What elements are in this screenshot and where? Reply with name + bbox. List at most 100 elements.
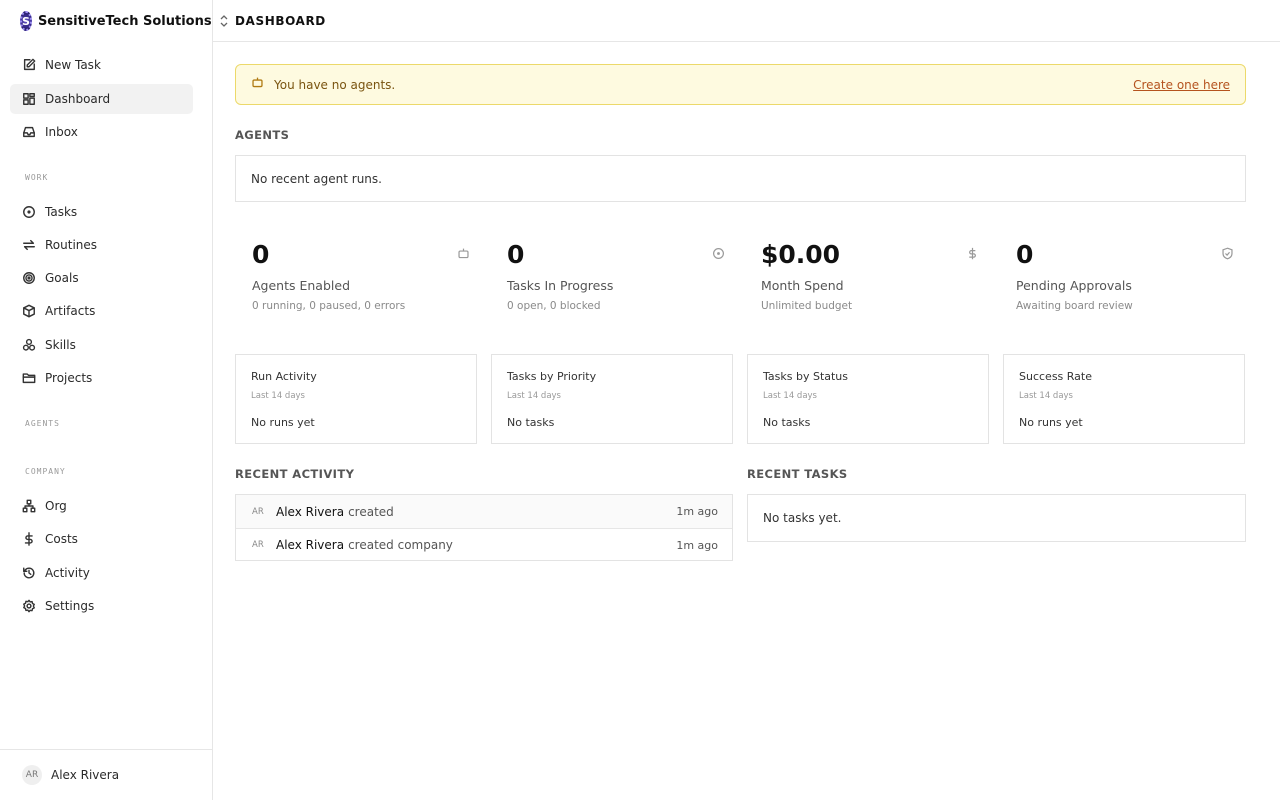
card-sub: Last 14 days <box>251 391 305 401</box>
nav-inbox[interactable]: Inbox <box>10 117 193 147</box>
nav-label: Tasks <box>45 205 78 219</box>
metric-label: Agents Enabled <box>252 278 350 293</box>
activity-verb: created company <box>348 538 453 552</box>
nav-projects[interactable]: Projects <box>10 363 193 393</box>
recent-activity-list: AR Alex Rivera created 1m ago AR Alex Ri… <box>235 494 733 561</box>
box-icon <box>22 304 36 318</box>
history-icon <box>22 566 36 580</box>
bot-icon <box>457 247 470 260</box>
activity-row[interactable]: AR Alex Rivera created 1m ago <box>236 495 732 528</box>
metric-label: Tasks In Progress <box>507 278 614 293</box>
workspace-switcher[interactable]: S SensitiveTech Solutions <box>20 10 228 32</box>
nav-tasks[interactable]: Tasks <box>10 197 193 227</box>
card-sub: Last 14 days <box>507 391 561 401</box>
nav-goals[interactable]: Goals <box>10 263 193 293</box>
bot-icon <box>251 76 264 93</box>
top-bar: DASHBOARD <box>213 0 1280 42</box>
card-tasks-by-priority: Tasks by Priority Last 14 days No tasks <box>491 354 733 444</box>
avatar: AR <box>22 765 42 785</box>
activity-verb: created <box>348 504 394 519</box>
card-title: Run Activity <box>251 370 317 383</box>
metric-value: 0 <box>252 240 270 269</box>
card-success-rate: Success Rate Last 14 days No runs yet <box>1003 354 1245 444</box>
user-name: Alex Rivera <box>51 768 120 782</box>
nav-label: New Task <box>45 58 101 72</box>
card-empty: No runs yet <box>1019 416 1083 429</box>
metric-value: $0.00 <box>761 240 841 269</box>
nav-label: Projects <box>45 371 93 385</box>
create-agent-link[interactable]: Create one here <box>1133 78 1230 92</box>
avatar: AR <box>252 540 264 550</box>
card-sub: Last 14 days <box>763 391 817 401</box>
dollar-icon <box>966 247 979 260</box>
card-tasks-by-status: Tasks by Status Last 14 days No tasks <box>747 354 989 444</box>
section-label-work: WORK <box>25 173 49 182</box>
nav-label: Skills <box>45 338 76 352</box>
nav-settings[interactable]: Settings <box>10 591 193 621</box>
no-agents-alert: You have no agents. Create one here <box>235 64 1246 105</box>
target-icon <box>22 271 36 285</box>
nav-costs[interactable]: Costs <box>10 524 193 554</box>
nav-label: Activity <box>45 566 90 580</box>
activity-time: 1m ago <box>676 538 718 552</box>
card-empty: No tasks <box>507 416 555 429</box>
nav-label: Org <box>45 499 67 513</box>
folder-icon <box>22 371 36 385</box>
metric-pending-approvals[interactable]: 0 Pending Approvals Awaiting board revie… <box>1016 240 1234 320</box>
nav-artifacts[interactable]: Artifacts <box>10 296 193 326</box>
metric-sub: 0 running, 0 paused, 0 errors <box>252 300 406 312</box>
recent-tasks-panel: No tasks yet. <box>747 494 1246 542</box>
nav-label: Settings <box>45 599 95 613</box>
nav-activity[interactable]: Activity <box>10 558 193 588</box>
card-run-activity: Run Activity Last 14 days No runs yet <box>235 354 477 444</box>
nav-label: Goals <box>45 271 79 285</box>
metric-sub: Unlimited budget <box>761 300 853 312</box>
inbox-icon <box>22 125 36 139</box>
nav-dashboard[interactable]: Dashboard <box>10 84 193 114</box>
metric-sub: 0 open, 0 blocked <box>507 300 601 312</box>
agents-empty-text: No recent agent runs. <box>251 171 382 186</box>
activity-row[interactable]: AR Alex Rivera created company 1m ago <box>236 528 732 561</box>
recent-tasks-empty-text: No tasks yet. <box>763 511 842 525</box>
metric-tasks-in-progress[interactable]: 0 Tasks In Progress 0 open, 0 blocked <box>507 240 725 320</box>
circle-dot-icon <box>22 205 36 219</box>
sidebar: S SensitiveTech Solutions New Task Dashb… <box>0 0 228 800</box>
repeat-icon <box>22 238 36 252</box>
nav-label: Inbox <box>45 125 78 139</box>
metric-label: Pending Approvals <box>1016 278 1132 293</box>
org-chart-icon <box>22 499 36 513</box>
card-title: Tasks by Status <box>763 370 849 383</box>
workspace-name: SensitiveTech Solutions <box>37 13 212 29</box>
activity-time: 1m ago <box>676 505 718 518</box>
page-title: DASHBOARD <box>235 14 326 28</box>
metric-value: 0 <box>507 240 525 269</box>
grid-icon <box>22 92 36 106</box>
metric-agents-enabled[interactable]: 0 Agents Enabled 0 running, 0 paused, 0 … <box>252 240 470 320</box>
activity-actor: Alex Rivera <box>276 538 345 552</box>
card-sub: Last 14 days <box>1019 391 1073 401</box>
alert-text: You have no agents. <box>274 77 396 92</box>
nav-routines[interactable]: Routines <box>10 230 193 260</box>
nav-label: Artifacts <box>45 304 96 318</box>
gear-icon <box>22 599 36 613</box>
metric-sub: Awaiting board review <box>1016 300 1133 312</box>
metric-value: 0 <box>1016 240 1034 269</box>
card-empty: No runs yet <box>251 416 315 429</box>
nav-skills[interactable]: Skills <box>10 330 193 360</box>
user-menu[interactable]: AR Alex Rivera <box>0 749 212 800</box>
dollar-icon <box>22 532 36 546</box>
nav-label: Routines <box>45 238 98 252</box>
card-title: Tasks by Priority <box>507 370 597 383</box>
metric-label: Month Spend <box>761 278 844 293</box>
nav-org[interactable]: Org <box>10 491 193 521</box>
shapes-icon <box>22 338 36 352</box>
activity-actor: Alex Rivera <box>276 504 345 519</box>
circle-dot-icon <box>712 247 725 260</box>
metric-month-spend[interactable]: $0.00 Month Spend Unlimited budget <box>761 240 979 320</box>
agents-heading: AGENTS <box>235 128 290 142</box>
agents-panel: No recent agent runs. <box>235 155 1246 202</box>
nav-new-task[interactable]: New Task <box>10 50 193 80</box>
shield-check-icon <box>1221 247 1234 260</box>
workspace-logo: S <box>20 11 32 31</box>
section-label-company: COMPANY <box>25 467 66 476</box>
